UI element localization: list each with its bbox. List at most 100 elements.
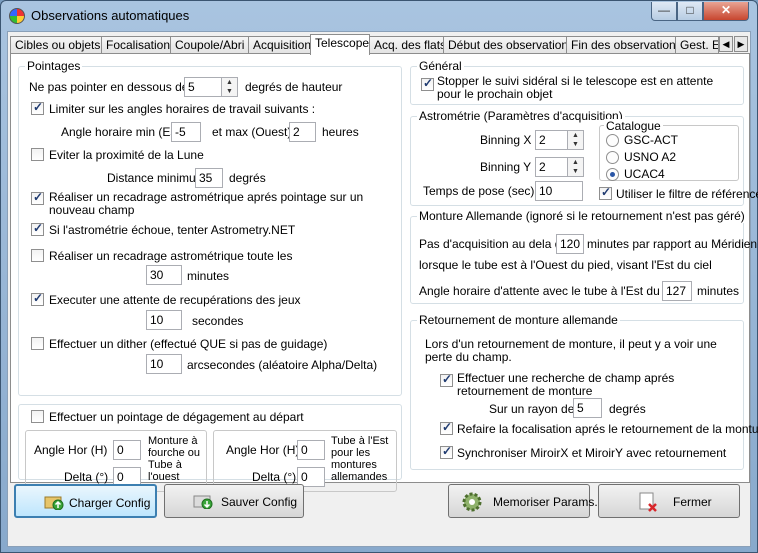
german-ha-label: Angle Hor (H) [226, 443, 300, 457]
tab-scroll-right-icon[interactable]: ▶ [734, 36, 748, 52]
spin-down-icon: ▼ [572, 141, 579, 148]
close-document-icon [639, 492, 657, 512]
degagement-checkbox[interactable] [31, 410, 44, 423]
avoid-moon-checkbox[interactable] [31, 148, 44, 161]
wait-unit: secondes [192, 314, 244, 328]
recenter-label: Réaliser un recadrage astrométrique apré… [49, 190, 364, 217]
radius-unit: degrés [609, 402, 646, 416]
tab-scroll-left-icon[interactable]: ◀ [719, 36, 733, 52]
fork-delta-label: Delta (°) [64, 470, 109, 484]
fork-ha-input[interactable]: 0 [113, 440, 141, 460]
tab-debut-observations[interactable]: Début des observations [443, 36, 574, 54]
ha-max-input[interactable]: 2 [289, 122, 316, 142]
astrometrie-group: Astrométrie (Paramètres d'acquisition) B… [410, 109, 758, 206]
recenter-checkbox[interactable] [31, 190, 44, 205]
close-label: Fermer [673, 495, 712, 509]
limit-hour-angle-checkbox[interactable] [31, 100, 44, 115]
memorize-params-button[interactable]: Memoriser Params. [448, 484, 598, 518]
ha-unit: heures [322, 125, 359, 139]
field-search-checkbox[interactable] [440, 372, 453, 387]
wait-recovery-input[interactable]: 10 [146, 310, 182, 330]
catalogue-gsc-radio[interactable] [606, 134, 619, 147]
min-height-suffix: degrés de hauteur [245, 80, 343, 94]
monture-line1-prefix: Pas d'acquisition au dela de [419, 237, 569, 251]
tab-coupole[interactable]: Coupole/Abri [170, 36, 249, 54]
retournement-title: Retournement de monture allemande [417, 313, 620, 327]
close-window-button[interactable]: ✕ [703, 2, 749, 21]
minimize-button[interactable]: — [651, 2, 677, 21]
monture-line1-suffix: minutes par rapport au Méridien [587, 237, 758, 251]
sync-mirror-checkbox[interactable] [440, 444, 453, 459]
german-ha-input[interactable]: 0 [297, 440, 325, 460]
wait-recovery-label: Executer une attente de recupérations de… [49, 293, 301, 307]
min-distance-unit: degrés [229, 171, 266, 185]
periodic-recenter-input[interactable]: 30 [146, 265, 182, 285]
degagement-group: Effectuer un pointage de dégagement au d… [18, 404, 402, 492]
catalogue-usno-radio[interactable] [606, 151, 619, 164]
exposure-input[interactable]: 10 [535, 181, 583, 201]
binning-x-input[interactable]: 2 [535, 130, 568, 150]
binning-y-label: Binning Y : [480, 160, 538, 174]
folder-load-icon [44, 496, 64, 510]
gear-icon [462, 492, 482, 512]
maximize-button[interactable]: □ [677, 2, 703, 21]
retournement-intro: Lors d'un retournement de monture, il pe… [425, 337, 717, 364]
tab-focalisation[interactable]: Focalisation [101, 36, 171, 54]
dither-checkbox[interactable] [31, 337, 44, 350]
catalogue-ucac4-radio[interactable] [606, 168, 619, 181]
dither-label: Effectuer un dither (effectué QUE si pas… [49, 337, 328, 351]
load-config-button[interactable]: Charger Config [14, 484, 157, 518]
spin-up-icon: ▲ [572, 132, 579, 139]
refocus-checkbox[interactable] [440, 420, 453, 435]
catalogue-title: Catalogue [604, 119, 663, 133]
min-height-prefix: Ne pas pointer en dessous de [29, 80, 189, 94]
astrometrie-title: Astrométrie (Paramètres d'acquisition) [417, 109, 625, 123]
ha-min-label: Angle horaire min (Est) [61, 125, 184, 139]
retournement-group: Retournement de monture allemande Lors d… [410, 313, 758, 470]
limit-hour-angle-label: Limiter sur les angles horaires de trava… [49, 102, 316, 116]
binning-x-label: Binning X : [480, 133, 539, 147]
spin-down-icon: ▼ [572, 168, 579, 175]
ha-min-input[interactable]: -5 [171, 122, 201, 142]
ref-filter-checkbox[interactable] [599, 185, 612, 200]
pointages-group: Pointages Ne pas pointer en dessous de 5… [18, 59, 402, 396]
min-distance-input[interactable]: 35 [195, 168, 223, 188]
stop-tracking-checkbox[interactable] [421, 76, 434, 91]
save-config-button[interactable]: Sauver Config [164, 484, 304, 518]
app-window: Observations automatiques — □ ✕ Cibles o… [0, 0, 758, 553]
monture-line1-input[interactable]: 120 [556, 234, 584, 254]
dither-input[interactable]: 10 [146, 354, 182, 374]
memorize-params-label: Memoriser Params. [493, 495, 598, 509]
fork-note: Monture à fourche ou Tube à l'ouest [148, 435, 200, 483]
tab-gest-erreurs[interactable]: Gest. Er [675, 36, 719, 54]
tab-acquisition[interactable]: Acquisition [248, 36, 313, 54]
monture-line3-input[interactable]: 127 [662, 281, 692, 301]
title-bar[interactable]: Observations automatiques — □ ✕ [1, 1, 757, 31]
catalogue-ucac4-label: UCAC4 [624, 167, 665, 181]
binning-y-input[interactable]: 2 [535, 157, 568, 177]
monture-title: Monture Allemande (ignoré si le retourne… [417, 209, 747, 223]
tab-fin-observations[interactable]: Fin des observations [566, 36, 682, 54]
client-area: Cibles ou objets Focalisation Coupole/Ab… [7, 31, 758, 547]
tab-acq-flats[interactable]: Acq. des flats [369, 36, 446, 54]
tab-telescope[interactable]: Telescope [310, 34, 370, 55]
radius-input[interactable]: 5 [573, 398, 602, 418]
binning-x-spinner[interactable]: ▲ ▼ [568, 130, 584, 150]
tab-cibles[interactable]: Cibles ou objets [10, 36, 102, 54]
catalogue-usno-label: USNO A2 [624, 150, 677, 164]
degagement-label: Effectuer un pointage de dégagement au d… [49, 410, 304, 424]
binning-y-spinner[interactable]: ▲ ▼ [568, 157, 584, 177]
degagement-german-panel: Angle Hor (H) 0 Delta (°) 0 Tube à l'Est… [213, 430, 397, 492]
periodic-unit: minutes [187, 269, 230, 283]
monture-line2: lorsque le tube est à l'Ouest du pied, v… [419, 258, 712, 272]
min-height-spinner[interactable]: ▲ ▼ [222, 77, 238, 97]
astrometry-net-checkbox[interactable] [31, 221, 44, 236]
fork-ha-label: Angle Hor (H) [34, 443, 108, 457]
monture-line3-suffix: minutes [697, 284, 740, 298]
close-button[interactable]: Fermer [598, 484, 740, 518]
min-height-input[interactable]: 5 [184, 77, 222, 97]
wait-recovery-checkbox[interactable] [31, 291, 44, 306]
sync-mirror-label: Synchroniser MiroirX et MiroirY avec ret… [457, 446, 727, 460]
dither-unit: arcsecondes (aléatoire Alpha/Delta) [187, 358, 378, 372]
periodic-recenter-checkbox[interactable] [31, 249, 44, 262]
